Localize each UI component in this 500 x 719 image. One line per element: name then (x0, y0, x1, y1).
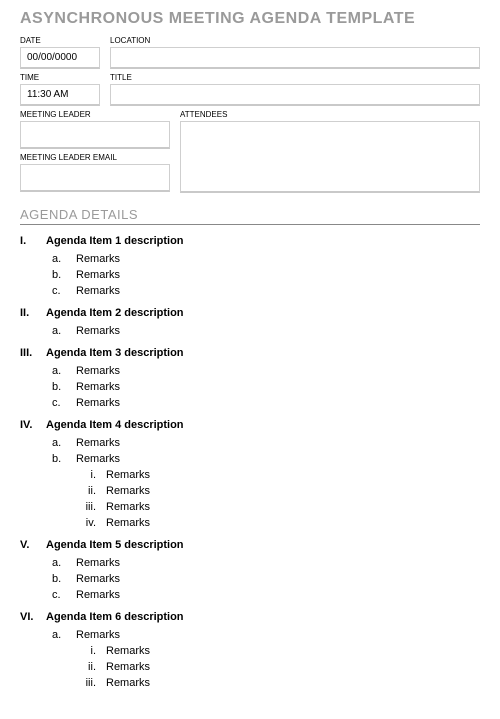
subremark-item: Remarks (80, 499, 480, 515)
subremark-text: Remarks (106, 645, 150, 657)
meeting-leader-email-label: MEETING LEADER EMAIL (20, 153, 170, 162)
agenda-item-title: Agenda Item 4 description (46, 419, 184, 431)
agenda-item: Agenda Item 2 description Remarks (20, 307, 480, 339)
location-input[interactable] (110, 47, 480, 69)
remark-text: Remarks (76, 589, 120, 601)
agenda-item-title: Agenda Item 3 description (46, 347, 184, 359)
remark-text: Remarks (76, 557, 120, 569)
remark-item: Remarks (52, 395, 480, 411)
date-label: DATE (20, 36, 100, 45)
remark-text: Remarks (76, 365, 120, 377)
agenda-item: Agenda Item 3 description Remarks Remarks R… (20, 347, 480, 411)
subremark-item: Remarks (80, 659, 480, 675)
remark-text: Remarks (76, 453, 120, 465)
remark-item: Remarks (52, 571, 480, 587)
subremark-text: Remarks (106, 677, 150, 689)
remark-text: Remarks (76, 381, 120, 393)
remark-text: Remarks (76, 325, 120, 337)
agenda-item: Agenda Item 5 description Remarks Remarks R… (20, 539, 480, 603)
meeting-leader-label: MEETING LEADER (20, 110, 170, 119)
title-field-label: TITLE (110, 73, 480, 82)
remark-text: Remarks (76, 397, 120, 409)
remark-item: Remarks (52, 267, 480, 283)
form-area: DATE LOCATION TIME TITLE MEETING LEADER … (20, 36, 480, 193)
attendees-input[interactable] (180, 121, 480, 193)
subremark-item: Remarks (80, 515, 480, 531)
agenda-item: Agenda Item 6 description Remarks Remarks R… (20, 611, 480, 691)
agenda-item-title: Agenda Item 5 description (46, 539, 184, 551)
subremark-item: Remarks (80, 467, 480, 483)
agenda-item: Agenda Item 4 description Remarks Remarks R… (20, 419, 480, 531)
agenda-item-title: Agenda Item 6 description (46, 611, 184, 623)
subremark-text: Remarks (106, 485, 150, 497)
remark-item: Remarks (52, 555, 480, 571)
remark-item: Remarks (52, 323, 480, 339)
remark-item: Remarks (52, 435, 480, 451)
title-input[interactable] (110, 84, 480, 106)
subremark-text: Remarks (106, 501, 150, 513)
meeting-leader-input[interactable] (20, 121, 170, 149)
remark-text: Remarks (76, 285, 120, 297)
subremark-item: Remarks (80, 483, 480, 499)
time-label: TIME (20, 73, 100, 82)
remark-text: Remarks (76, 573, 120, 585)
location-label: LOCATION (110, 36, 480, 45)
remark-item: Remarks (52, 451, 480, 467)
meeting-leader-email-input[interactable] (20, 164, 170, 192)
date-input[interactable] (20, 47, 100, 69)
remark-text: Remarks (76, 629, 120, 641)
agenda-item: Agenda Item 1 description Remarks Remarks R… (20, 235, 480, 299)
remark-item: Remarks (52, 587, 480, 603)
subremark-text: Remarks (106, 517, 150, 529)
subremark-text: Remarks (106, 661, 150, 673)
remark-item: Remarks (52, 251, 480, 267)
subremark-item: Remarks (80, 643, 480, 659)
remark-text: Remarks (76, 253, 120, 265)
section-title: AGENDA DETAILS (20, 207, 480, 225)
subremark-text: Remarks (106, 469, 150, 481)
remark-item: Remarks (52, 363, 480, 379)
agenda-item-title: Agenda Item 1 description (46, 235, 184, 247)
remark-text: Remarks (76, 269, 120, 281)
time-input[interactable] (20, 84, 100, 106)
agenda-item-title: Agenda Item 2 description (46, 307, 184, 319)
agenda-list: Agenda Item 1 description Remarks Remarks R… (20, 235, 480, 691)
subremark-item: Remarks (80, 675, 480, 691)
attendees-label: ATTENDEES (180, 110, 480, 119)
page-title: ASYNCHRONOUS MEETING AGENDA TEMPLATE (20, 10, 480, 28)
remark-item: Remarks (52, 283, 480, 299)
remark-text: Remarks (76, 437, 120, 449)
remark-item: Remarks (52, 627, 480, 643)
remark-item: Remarks (52, 379, 480, 395)
